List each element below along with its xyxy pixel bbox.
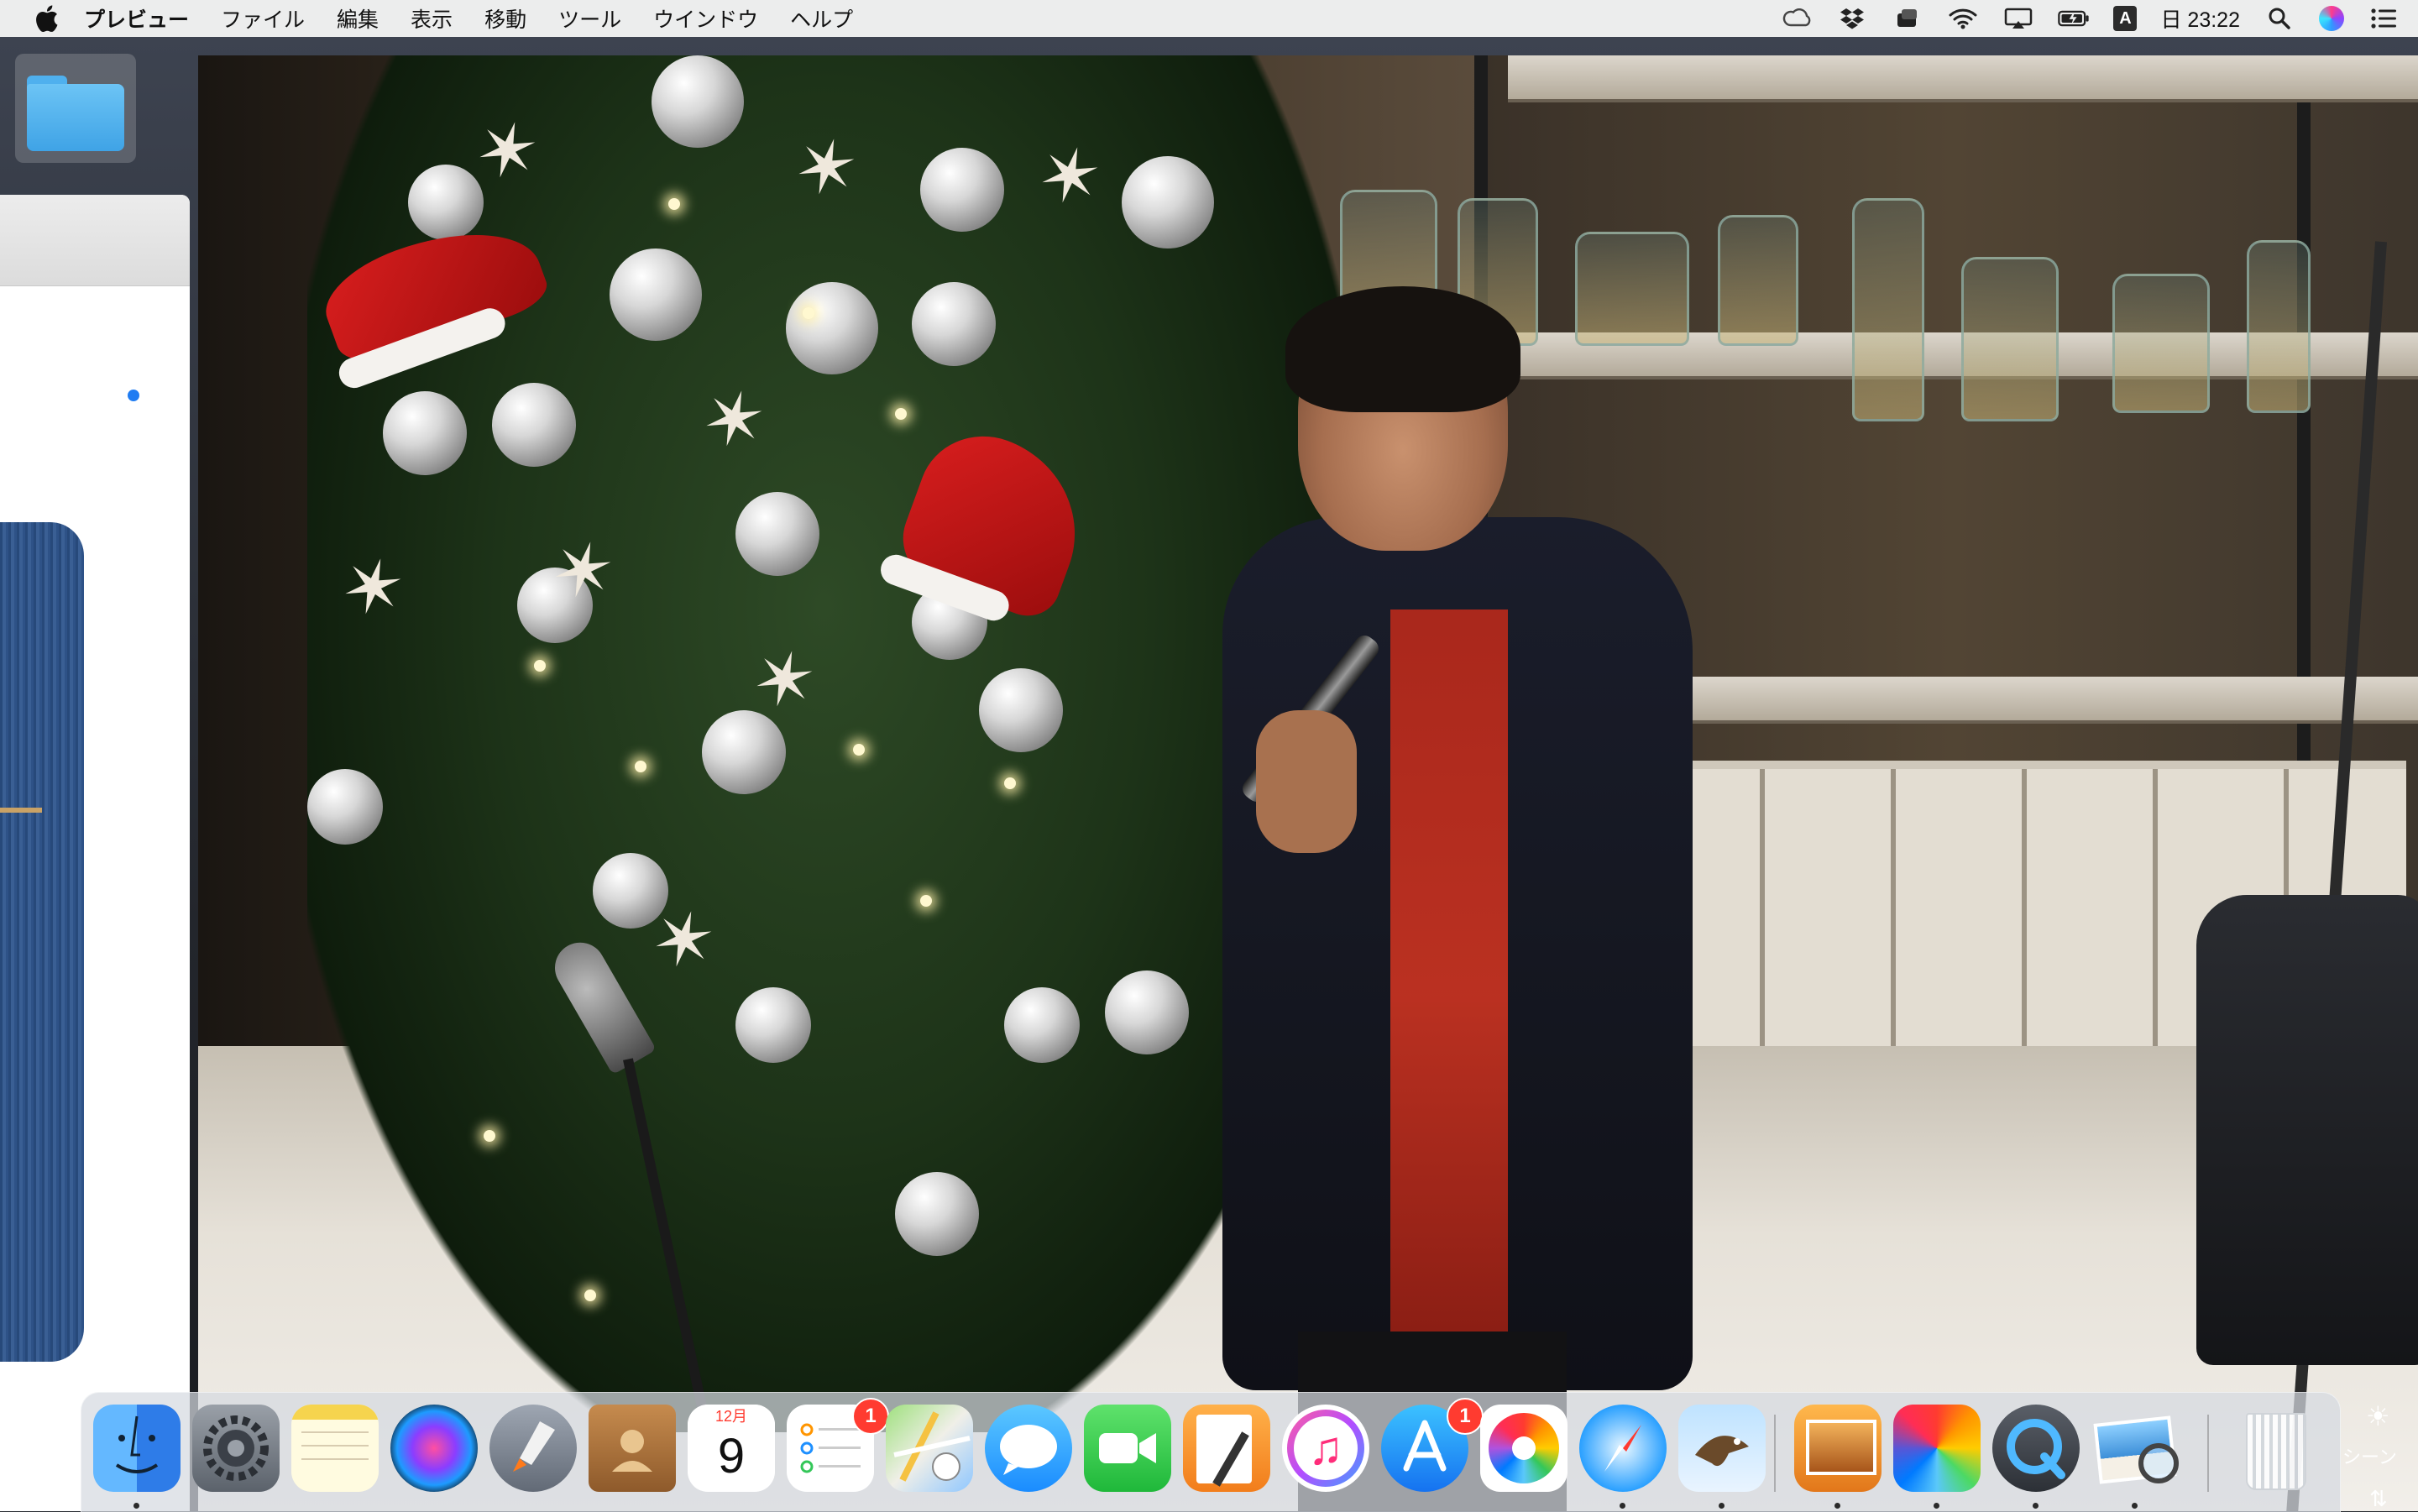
folder-icon <box>27 76 124 151</box>
singer <box>1055 240 1743 1511</box>
preview-icon[interactable] <box>2091 1405 2179 1492</box>
menu-window[interactable]: ウインドウ <box>653 3 758 34</box>
dropbox-icon[interactable] <box>1836 6 1868 31</box>
facetime-icon[interactable] <box>1084 1405 1171 1492</box>
system-preferences-icon[interactable] <box>192 1405 280 1492</box>
scene-label: シーン <box>2342 1447 2397 1468</box>
keynote-icon[interactable] <box>1794 1405 1882 1492</box>
backpack <box>2196 895 2418 1365</box>
siri-app-icon[interactable] <box>390 1405 478 1492</box>
input-source-icon[interactable]: A <box>2113 6 2138 31</box>
color-app-icon[interactable] <box>1893 1405 1981 1492</box>
pages-icon[interactable] <box>1183 1405 1270 1492</box>
scene-control-icon[interactable]: ⇅ <box>2369 1486 2388 1512</box>
app-store-badge: 1 <box>1447 1398 1484 1435</box>
contacts-icon[interactable] <box>589 1405 676 1492</box>
safari-icon[interactable] <box>1579 1405 1667 1492</box>
spotlight-icon[interactable] <box>2264 6 2295 31</box>
notification-center-icon[interactable] <box>2368 6 2400 31</box>
notes-icon[interactable] <box>291 1405 379 1492</box>
menu-bar: プレビュー ファイル 編集 表示 移動 ツール ウインドウ ヘルプ A 日 23… <box>0 0 2418 38</box>
launchpad-icon[interactable] <box>489 1405 577 1492</box>
shelf-top <box>1508 55 2418 102</box>
jeans-photo <box>0 522 84 1362</box>
airplay-icon[interactable] <box>2002 6 2034 31</box>
menu-tools[interactable]: ツール <box>558 3 621 34</box>
siri-icon[interactable] <box>2319 6 2344 31</box>
unread-dot-icon <box>128 390 139 401</box>
maps-icon[interactable] <box>886 1405 973 1492</box>
creative-cloud-icon[interactable] <box>1781 6 1813 31</box>
background-window[interactable] <box>0 195 190 1511</box>
menu-file[interactable]: ファイル <box>221 3 305 34</box>
menu-view[interactable]: 表示 <box>411 3 453 34</box>
calendar-month: 12月 <box>688 1405 775 1428</box>
menu-go[interactable]: 移動 <box>484 3 526 34</box>
menu-clock[interactable]: 日 23:22 <box>2160 3 2240 34</box>
apple-menu-icon[interactable] <box>34 4 59 33</box>
reminders-badge: 1 <box>852 1398 889 1435</box>
trash-icon[interactable] <box>2231 1405 2318 1492</box>
menu-help[interactable]: ヘルプ <box>790 3 853 34</box>
window-toolbar <box>0 195 190 286</box>
dock: 12月 9 1 ♫ 1 <box>81 1392 2341 1512</box>
dock-separator <box>1774 1415 1776 1492</box>
desktop-folder[interactable] <box>15 54 136 163</box>
photos-icon[interactable] <box>1480 1405 1568 1492</box>
battery-icon[interactable] <box>2058 6 2090 31</box>
preview-image[interactable]: ✶ ✶ ✶ ✶ ✶ ✶ ✶ ✶ <box>198 55 2418 1511</box>
scene-icon: ☀ <box>2366 1401 2390 1431</box>
finder-icon[interactable] <box>93 1405 181 1492</box>
calendar-icon[interactable]: 12月 9 <box>688 1405 775 1492</box>
calendar-day: 9 <box>717 1429 746 1483</box>
wifi-icon[interactable] <box>1947 6 1979 31</box>
menu-edit[interactable]: 編集 <box>337 3 379 34</box>
messages-icon[interactable] <box>985 1405 1072 1492</box>
menu-app-name[interactable]: プレビュー <box>84 3 189 34</box>
mail-icon[interactable] <box>1678 1405 1766 1492</box>
itunes-icon[interactable]: ♫ <box>1282 1405 1369 1492</box>
backup-icon[interactable] <box>1892 6 1923 31</box>
status-area: A 日 23:22 <box>1781 0 2400 37</box>
quicktime-icon[interactable] <box>1992 1405 2080 1492</box>
